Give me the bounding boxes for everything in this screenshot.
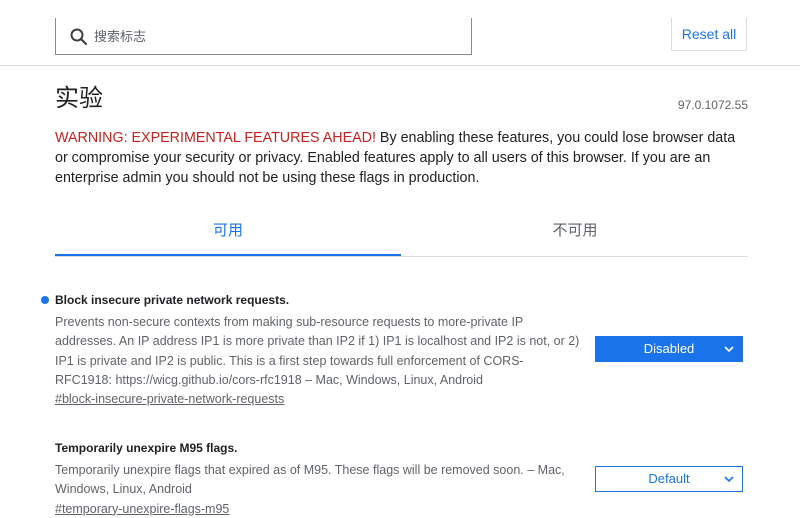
flag-name: Temporarily unexpire M95 flags. (55, 440, 748, 456)
flag-title: Temporarily unexpire M95 flags. (55, 441, 238, 455)
flag-link[interactable]: #block-insecure-private-network-requests (55, 392, 284, 406)
top-bar: Reset all (0, 0, 800, 66)
flag-select-value: Default (648, 471, 690, 486)
flag-select-value: Disabled (643, 341, 695, 356)
flag-entry: Temporarily unexpire M95 flags. Temporar… (55, 440, 748, 518)
flag-select[interactable]: Default (595, 466, 743, 492)
tab-available[interactable]: 可用 (55, 212, 401, 256)
flag-link[interactable]: #temporary-unexpire-flags-m95 (55, 502, 229, 516)
warning-message: WARNING: EXPERIMENTAL FEATURES AHEAD! By… (55, 128, 750, 188)
version-label: 97.0.1072.55 (677, 98, 748, 112)
flag-select[interactable]: Disabled (595, 336, 743, 362)
tab-bar: 可用 不可用 (55, 212, 748, 257)
reset-all-button[interactable]: Reset all (671, 18, 747, 51)
search-box[interactable] (55, 18, 472, 55)
search-icon (70, 28, 88, 46)
tab-unavailable[interactable]: 不可用 (402, 212, 748, 256)
flag-entry: Block insecure private network requests.… (41, 292, 748, 408)
page-title: 实验 (55, 85, 103, 112)
chevron-down-icon (724, 476, 734, 483)
flag-name: Block insecure private network requests. (41, 292, 748, 308)
flag-description: Temporarily unexpire flags that expired … (55, 463, 565, 497)
chevron-down-icon (724, 346, 734, 353)
search-input[interactable] (94, 26, 454, 46)
flag-description: Prevents non-secure contexts from making… (55, 315, 580, 387)
modified-dot-icon (41, 296, 49, 304)
flag-title: Block insecure private network requests. (55, 293, 290, 307)
warning-prefix: WARNING: EXPERIMENTAL FEATURES AHEAD! (55, 130, 376, 146)
